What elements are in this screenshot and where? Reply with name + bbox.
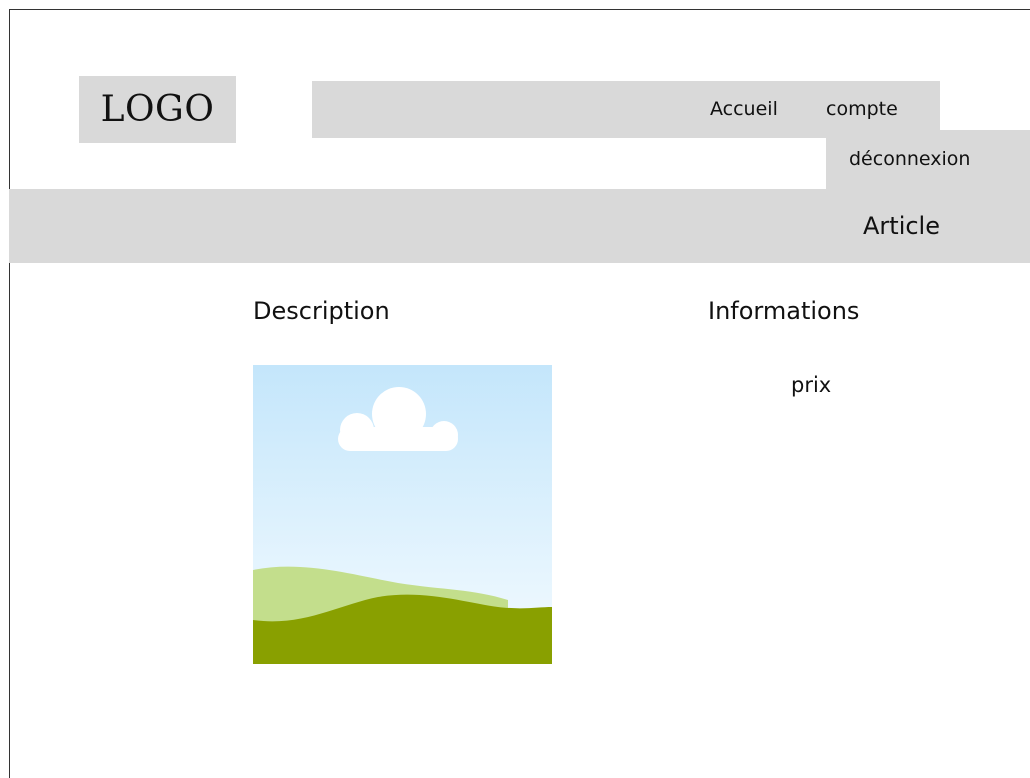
page-title: Article bbox=[863, 212, 940, 240]
informations-heading: Informations bbox=[708, 297, 860, 325]
nav-link-compte[interactable]: compte bbox=[826, 98, 898, 120]
logout-link[interactable]: déconnexion bbox=[849, 148, 970, 170]
price-label: prix bbox=[791, 373, 832, 397]
image-placeholder-icon bbox=[253, 365, 552, 664]
logo-text: LOGO bbox=[100, 89, 215, 130]
nav-link-accueil[interactable]: Accueil bbox=[710, 98, 778, 120]
logo[interactable]: LOGO bbox=[79, 76, 236, 143]
description-heading: Description bbox=[253, 297, 390, 325]
